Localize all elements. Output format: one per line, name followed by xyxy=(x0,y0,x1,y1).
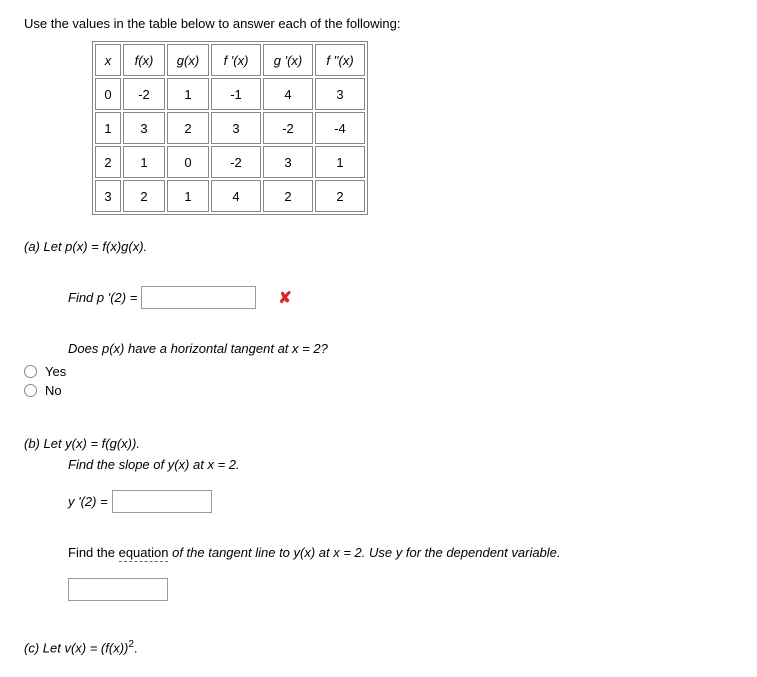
cell: 4 xyxy=(211,180,261,212)
cell: 2 xyxy=(123,180,165,212)
prompt-text: Use the values in the table below to ans… xyxy=(24,16,733,31)
radio-no-label: No xyxy=(45,383,62,398)
th-fpx: f '(x) xyxy=(211,44,261,76)
cell: 2 xyxy=(263,180,313,212)
part-b-tangent-row xyxy=(68,578,733,601)
cell: 3 xyxy=(263,146,313,178)
cell: 0 xyxy=(95,78,121,110)
radio-yes-row: Yes xyxy=(24,364,733,379)
cell: -2 xyxy=(211,146,261,178)
th-gx: g(x) xyxy=(167,44,209,76)
part-b-label: (b) Let y(x) = f(g(x)). xyxy=(24,436,733,451)
cell: 0 xyxy=(167,146,209,178)
table-row: 0 -2 1 -1 4 3 xyxy=(95,78,365,110)
cell: 3 xyxy=(211,112,261,144)
cell: 2 xyxy=(95,146,121,178)
cell: 1 xyxy=(315,146,365,178)
cell: 1 xyxy=(95,112,121,144)
part-c: (c) Let v(x) = (f(x))2. xyxy=(24,639,733,655)
part-a-subquestion: Does p(x) have a horizontal tangent at x… xyxy=(68,341,733,356)
part-b-slope-input[interactable] xyxy=(112,490,212,513)
cell: 3 xyxy=(123,112,165,144)
part-b: (b) Let y(x) = f(g(x)). Find the slope o… xyxy=(24,436,733,601)
cell: 4 xyxy=(263,78,313,110)
part-b-tangent-prompt: Find the equation of the tangent line to… xyxy=(68,545,733,560)
part-a-find: Find p '(2) = ✘ xyxy=(68,286,733,309)
part-a-label: (a) Let p(x) = f(x)g(x). xyxy=(24,239,733,254)
cell: -1 xyxy=(211,78,261,110)
table-row: 1 3 2 3 -2 -4 xyxy=(95,112,365,144)
data-table: x f(x) g(x) f '(x) g '(x) f ''(x) 0 -2 1… xyxy=(92,41,368,215)
radio-no-row: No xyxy=(24,383,733,398)
cell: -2 xyxy=(263,112,313,144)
part-b-tangent-input[interactable] xyxy=(68,578,168,601)
cell: 1 xyxy=(167,78,209,110)
table-row: 2 1 0 -2 3 1 xyxy=(95,146,365,178)
th-x: x xyxy=(95,44,121,76)
cell: 3 xyxy=(315,78,365,110)
radio-no[interactable] xyxy=(24,384,37,397)
part-c-label: (c) Let v(x) = (f(x))2. xyxy=(24,639,733,655)
cell: 3 xyxy=(95,180,121,212)
equation-underlined: equation xyxy=(119,545,169,562)
part-a-input-p2[interactable] xyxy=(141,286,256,309)
radio-yes-label: Yes xyxy=(45,364,66,379)
cell: 1 xyxy=(167,180,209,212)
cell: 2 xyxy=(315,180,365,212)
th-gpx: g '(x) xyxy=(263,44,313,76)
th-fppx: f ''(x) xyxy=(315,44,365,76)
part-b-slope-label: y '(2) = xyxy=(68,494,108,509)
data-table-container: x f(x) g(x) f '(x) g '(x) f ''(x) 0 -2 1… xyxy=(92,41,733,215)
th-fx: f(x) xyxy=(123,44,165,76)
part-a: (a) Let p(x) = f(x)g(x). Find p '(2) = ✘… xyxy=(24,239,733,398)
cell: 2 xyxy=(167,112,209,144)
wrong-icon: ✘ xyxy=(278,288,291,308)
table-row: 3 2 1 4 2 2 xyxy=(95,180,365,212)
cell: -2 xyxy=(123,78,165,110)
radio-yes[interactable] xyxy=(24,365,37,378)
part-a-find-label: Find p '(2) = xyxy=(68,290,137,305)
part-b-slope-row: y '(2) = xyxy=(68,490,733,513)
cell: 1 xyxy=(123,146,165,178)
cell: -4 xyxy=(315,112,365,144)
part-b-slope-prompt: Find the slope of y(x) at x = 2. xyxy=(68,457,733,472)
